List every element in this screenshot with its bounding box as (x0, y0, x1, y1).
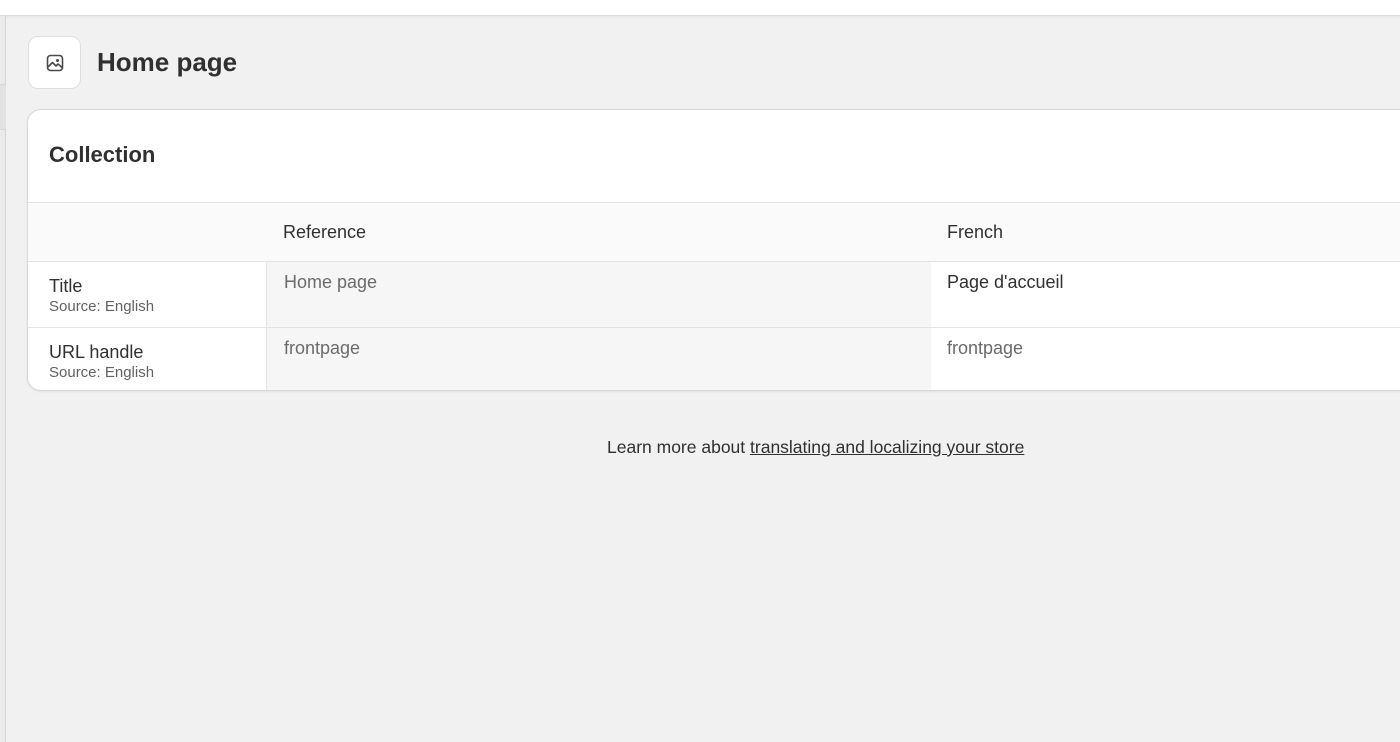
reference-value: Home page (266, 262, 931, 327)
top-bar (0, 0, 1400, 16)
field-cell: Title Source: English (28, 262, 266, 327)
table-row: Title Source: English Home page Page d'a… (28, 262, 1400, 327)
table-header-row: Reference French (28, 203, 1400, 262)
sidebar-selected-item[interactable] (0, 84, 6, 130)
card-title: Collection (49, 142, 156, 167)
field-cell: URL handle Source: English (28, 328, 266, 390)
translation-input-title[interactable]: Page d'accueil (931, 262, 1400, 327)
table-row: URL handle Source: English frontpage fro… (28, 327, 1400, 390)
page-title: Home page (97, 47, 238, 77)
image-icon (28, 36, 81, 89)
page-header: Home page (28, 36, 237, 89)
field-label: Title (49, 276, 83, 296)
field-source: Source: English (49, 298, 155, 315)
translation-input-url-handle[interactable]: frontpage (931, 328, 1400, 390)
translation-table: Reference French Title Source: English H… (28, 202, 1400, 390)
column-header-translation: French (947, 221, 1004, 242)
help-text: Learn more about (607, 437, 751, 457)
field-label: URL handle (49, 342, 144, 362)
help-link[interactable]: translating and localizing your store (750, 437, 1024, 457)
left-sidebar-edge (0, 16, 6, 742)
column-header-field (28, 203, 266, 261)
column-header-reference: Reference (283, 221, 367, 242)
reference-value: frontpage (266, 328, 931, 390)
help-footer: Learn more about translating and localiz… (607, 437, 1024, 458)
translation-card: Collection Reference French Title Source… (27, 109, 1400, 391)
field-source: Source: English (49, 364, 155, 381)
